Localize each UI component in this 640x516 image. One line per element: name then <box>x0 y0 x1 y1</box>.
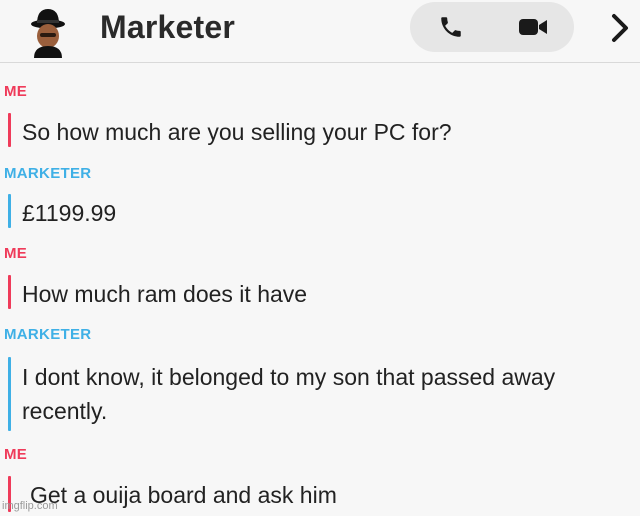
chat-header: Marketer <box>0 0 640 63</box>
message-text: How much ram does it have <box>22 281 308 307</box>
phone-icon <box>441 17 461 37</box>
call-actions <box>410 2 574 52</box>
video-call-button[interactable] <box>492 2 574 52</box>
message-bar <box>8 194 11 228</box>
message-bar <box>8 113 11 147</box>
watermark: imgflip.com <box>2 500 58 512</box>
message-text: I dont know, it belonged to my son that … <box>22 364 556 424</box>
message-bar <box>8 357 11 431</box>
message-text: So how much are you selling your PC for? <box>22 119 452 145</box>
message-bar <box>8 275 11 309</box>
avatar-icon[interactable] <box>22 6 74 58</box>
sender-label: MARKETER <box>4 326 92 343</box>
chevron-right-icon[interactable] <box>605 8 635 48</box>
video-camera-icon <box>519 19 547 35</box>
phone-call-button[interactable] <box>410 2 492 52</box>
sender-label: ME <box>4 83 28 100</box>
chat-title: Marketer <box>100 9 236 45</box>
sender-label: MARKETER <box>4 165 92 182</box>
message-text: £1199.99 <box>22 200 117 226</box>
message-text: Get a ouija board and ask him <box>30 482 337 508</box>
sender-label: ME <box>4 446 28 463</box>
sender-label: ME <box>4 245 28 262</box>
